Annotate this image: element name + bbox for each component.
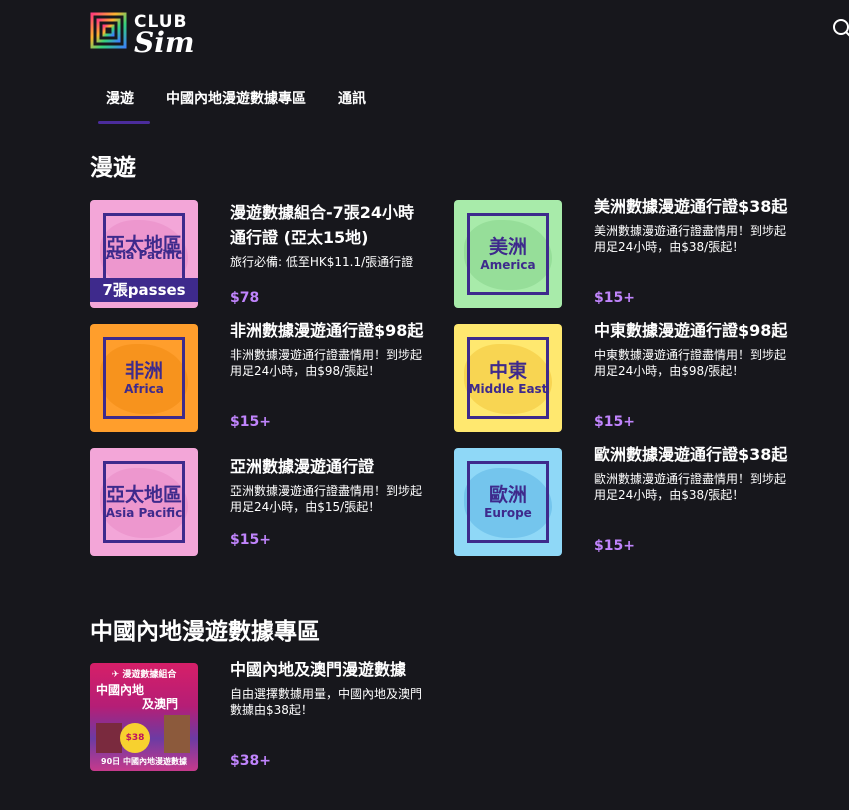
product-card[interactable]: 中東 Middle East 中東數據漫遊通行證$98起 中東數據漫遊通行證盡情… <box>454 321 794 434</box>
product-card[interactable]: 非洲 Africa 非洲數據漫遊通行證$98起 非洲數據漫遊通行證盡情用！到埗起… <box>90 321 430 434</box>
search-icon[interactable] <box>832 18 849 38</box>
product-card[interactable]: 亞太地區 Asia Pacific 亞洲數據漫遊通行證 亞洲數據漫遊通行證盡情用… <box>90 448 430 558</box>
product-price: $15+ <box>230 414 271 430</box>
building-graphic <box>164 715 190 753</box>
product-card[interactable]: 美洲 America 美洲數據漫遊通行證$38起 美洲數據漫遊通行證盡情用！到埗… <box>454 197 794 310</box>
thumb-region-cn: 中東 <box>488 360 527 382</box>
product-description: 亞洲數據漫遊通行證盡情用！到埗起用足24小時，由$15/張起！ <box>230 484 423 514</box>
product-price: $15+ <box>594 414 635 430</box>
promo-title: 中國內地 及澳門 <box>96 683 178 711</box>
product-price: $15+ <box>230 532 271 548</box>
logo-sim-text: Sim <box>134 26 195 59</box>
product-title[interactable]: 中東數據漫遊通行證$98起 <box>594 318 794 343</box>
product-thumbnail: 美洲 America <box>454 200 562 308</box>
product-description: 美洲數據漫遊通行證盡情用！到埗起用足24小時，由$38/張起！ <box>594 224 787 254</box>
product-card[interactable]: 亞太地區 Asia Pacific 7張passes 漫遊數據組合-7張24小時… <box>90 200 430 310</box>
tab-china-data[interactable]: 中國內地漫遊數據專區 <box>150 80 322 124</box>
product-description: 歐洲數據漫遊通行證盡情用！到埗起用足24小時，由$38/張起！ <box>594 472 787 502</box>
thumb-passes-label: 7張passes <box>90 278 198 302</box>
section-title-roaming: 漫遊 <box>90 155 136 181</box>
promo-footer: 90日 中國內地漫遊數據 <box>101 757 187 766</box>
product-price: $78 <box>230 290 260 306</box>
thumb-region-en: Middle East <box>468 382 548 396</box>
promo-top-label: ✈ 漫遊數據組合 <box>111 670 177 680</box>
promo-title-line-1: 中國內地 <box>96 683 145 697</box>
product-title[interactable]: 中國內地及澳門漫遊數據 <box>230 657 430 682</box>
product-thumbnail: 亞太地區 Asia Pacific <box>90 448 198 556</box>
building-graphic <box>96 723 122 753</box>
tab-communication[interactable]: 通訊 <box>322 80 382 124</box>
product-price: $15+ <box>594 538 635 554</box>
product-description: 中東數據漫遊通行證盡情用！到埗起用足24小時，由$98/張起！ <box>594 348 787 378</box>
product-price: $15+ <box>594 290 635 306</box>
section-title-china-data: 中國內地漫遊數據專區 <box>90 619 320 645</box>
club-sim-logo-mark <box>90 12 127 49</box>
thumb-region-cn: 美洲 <box>488 236 527 258</box>
product-card[interactable]: ✈ 漫遊數據組合 中國內地 及澳門 $38 90日 中國內地漫遊數據 中國內地及… <box>90 660 430 773</box>
product-title[interactable]: 漫遊數據組合-7張24小時通行證 (亞太15地) <box>230 200 430 250</box>
thumb-region-en: Europe <box>484 506 532 520</box>
thumb-region-en: America <box>480 258 536 272</box>
product-title[interactable]: 歐洲數據漫遊通行證$38起 <box>594 442 794 467</box>
product-price: $38+ <box>230 753 271 769</box>
product-card[interactable]: 歐洲 Europe 歐洲數據漫遊通行證$38起 歐洲數據漫遊通行證盡情用！到埗起… <box>454 445 794 558</box>
promo-price-badge: $38 <box>120 723 150 753</box>
thumb-region-cn: 亞太地區 <box>105 484 182 506</box>
china-promo-thumbnail: ✈ 漫遊數據組合 中國內地 及澳門 $38 90日 中國內地漫遊數據 <box>90 663 198 771</box>
product-description: 非洲數據漫遊通行證盡情用！到埗起用足24小時，由$98/張起！ <box>230 348 423 378</box>
category-tabs: 漫遊 中國內地漫遊數據專區 通訊 <box>90 80 382 124</box>
promo-title-line-2: 及澳門 <box>142 697 179 711</box>
product-description: 旅行必備: 低至HK$11.1/張通行證 <box>230 255 414 269</box>
product-thumbnail: 亞太地區 Asia Pacific 7張passes <box>90 200 198 308</box>
product-description: 自由選擇數據用量，中國內地及澳門數據由$38起！ <box>230 687 423 717</box>
thumb-region-en: Asia Pacific <box>105 506 183 520</box>
product-thumbnail: 非洲 Africa <box>90 324 198 432</box>
thumb-region-en: Asia Pacific <box>105 248 183 262</box>
thumb-region-en: Africa <box>124 382 164 396</box>
product-title[interactable]: 非洲數據漫遊通行證$98起 <box>230 318 430 343</box>
product-thumbnail: 歐洲 Europe <box>454 448 562 556</box>
thumb-region-cn: 非洲 <box>124 360 163 382</box>
product-thumbnail: 中東 Middle East <box>454 324 562 432</box>
tab-roaming[interactable]: 漫遊 <box>90 80 150 124</box>
club-sim-logo[interactable]: CLUB Sim <box>90 12 200 59</box>
product-title[interactable]: 美洲數據漫遊通行證$38起 <box>594 194 794 219</box>
product-title[interactable]: 亞洲數據漫遊通行證 <box>230 454 430 479</box>
thumb-region-cn: 歐洲 <box>488 484 527 506</box>
